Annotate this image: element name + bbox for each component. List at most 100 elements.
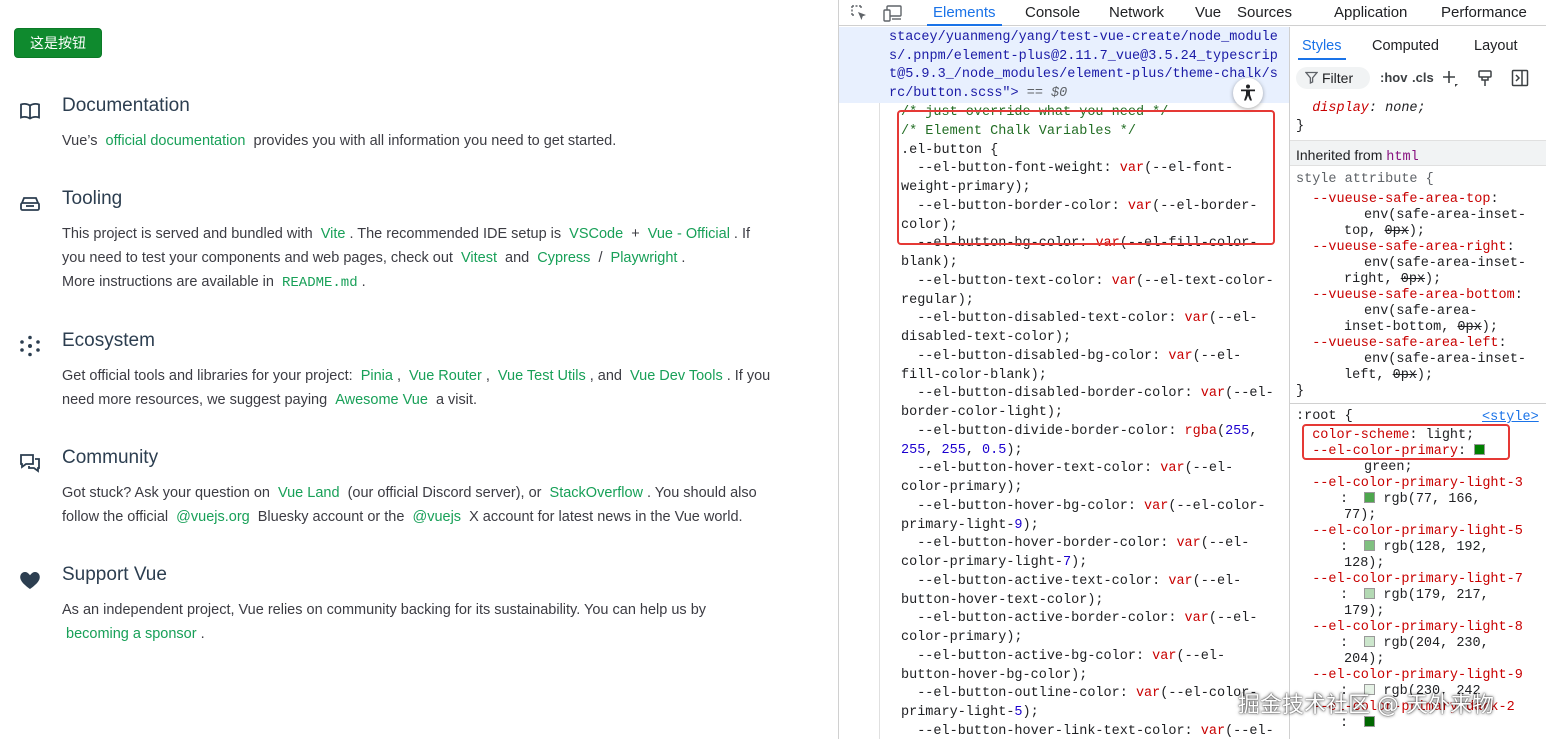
cls-toggle[interactable]: .cls — [1412, 70, 1434, 85]
rule-separator — [1290, 403, 1546, 404]
text: . — [681, 250, 686, 266]
section-title: Tooling — [62, 188, 123, 209]
text: . If — [733, 226, 751, 242]
style-declaration: --el-color-primary: — [1296, 444, 1486, 460]
new-style-rule-icon[interactable] — [1440, 68, 1460, 88]
selected-node-line: t@5.9.3_/node_modules/element-plus/theme… — [889, 67, 1278, 83]
device-toolbar-icon[interactable] — [883, 3, 903, 23]
vue-app-page: 这是按钮 Documentation Vue’s official documen… — [0, 0, 838, 739]
tab-vue[interactable]: Vue — [1195, 4, 1221, 21]
code-snippet: README.md — [282, 275, 358, 291]
style-declaration: --vueuse-safe-area-right: — [1296, 240, 1515, 255]
hov-toggle[interactable]: :hov — [1380, 70, 1407, 85]
color-swatch[interactable] — [1364, 588, 1376, 599]
description-line: Get official tools and libraries for you… — [62, 364, 812, 388]
style-element-content: /* just override what you need */ /* Elem… — [901, 104, 1286, 739]
rule-close-brace: } — [1296, 384, 1305, 399]
color-swatch[interactable] — [1364, 492, 1376, 503]
style-attribute-header: style attribute { — [1296, 172, 1434, 187]
text: + — [627, 226, 644, 242]
filter-icon — [1304, 71, 1319, 85]
tab-sources[interactable]: Sources — [1237, 4, 1292, 21]
tab-network[interactable]: Network — [1109, 4, 1164, 21]
text: . — [200, 626, 205, 642]
link[interactable]: Vue - Official — [644, 226, 734, 242]
link[interactable]: Vue Dev Tools — [626, 368, 727, 384]
text: As an independent project, Vue relies on… — [62, 602, 707, 618]
tab-console[interactable]: Console — [1025, 4, 1080, 21]
color-swatch[interactable] — [1364, 540, 1376, 551]
description-line: As an independent project, Vue relies on… — [62, 598, 812, 622]
styles-filter[interactable] — [1296, 67, 1370, 89]
color-swatch[interactable] — [1364, 636, 1376, 647]
devtools-panel: Elements Console Network Vue Sources Applicat… — [838, 0, 1546, 739]
section-title: Support Vue — [62, 564, 167, 585]
section-title: Ecosystem — [62, 330, 155, 351]
source-line: .el-button { — [901, 142, 999, 158]
section-title: Documentation — [62, 95, 190, 116]
link[interactable]: Vue Land — [274, 485, 344, 501]
link[interactable]: Awesome Vue — [331, 392, 432, 408]
text: . You should also — [647, 485, 757, 501]
styles-tab-bar: Styles Computed Layout — [1290, 27, 1546, 61]
link[interactable]: Cypress — [533, 250, 594, 266]
heart-icon — [18, 568, 42, 592]
styles-filter-input[interactable] — [1322, 69, 1368, 87]
indent-guide — [879, 103, 880, 739]
styles-tab-styles[interactable]: Styles — [1298, 38, 1345, 60]
rule-close-brace: } — [1296, 119, 1305, 134]
link[interactable]: @vuejs.org — [172, 509, 254, 525]
link[interactable]: becoming a sponsor — [62, 626, 201, 642]
selected-node-line: stacey/yuanmeng/yang/test-vue-create/nod… — [889, 30, 1278, 45]
inspect-element-icon[interactable] — [849, 3, 869, 23]
style-value: env(safe-area-inset- — [1364, 208, 1527, 223]
toggle-sidebar-icon[interactable] — [1510, 68, 1530, 88]
selected-node-highlight[interactable]: stacey/yuanmeng/yang/test-vue-create/nod… — [839, 27, 1289, 103]
styles-tab-layout[interactable]: Layout — [1474, 38, 1518, 54]
section-title: Community — [62, 447, 159, 468]
tab-application[interactable]: Application — [1334, 4, 1407, 21]
source-line: color-primary-light-7); — [901, 555, 1088, 570]
styles-tab-computed[interactable]: Computed — [1372, 38, 1439, 54]
el-button[interactable]: 这是按钮 — [14, 28, 102, 58]
style-source-link[interactable]: <style> — [1482, 410, 1539, 425]
paint-brush-icon[interactable] — [1475, 68, 1495, 88]
source-line: blank); — [901, 255, 958, 270]
text: More instructions are available in — [62, 274, 278, 290]
toolbox-icon — [18, 192, 42, 216]
elements-source-pane[interactable]: stacey/yuanmeng/yang/test-vue-create/nod… — [839, 27, 1289, 739]
text: , — [396, 368, 406, 384]
link[interactable]: Vue Test Utils — [494, 368, 590, 384]
link[interactable]: Vue Router — [405, 368, 486, 384]
link[interactable]: official documentation — [102, 133, 250, 149]
link[interactable]: Pinia — [357, 368, 397, 384]
source-line: --el-button-text-color: var(--el-text-co… — [901, 273, 1274, 289]
text: (our official Discord server), or — [343, 485, 546, 501]
color-swatch[interactable] — [1474, 444, 1486, 455]
description-line: More instructions are available in READM… — [62, 270, 812, 295]
link[interactable]: Playwright — [607, 250, 682, 266]
link[interactable]: Vitest — [457, 250, 501, 266]
text: This project is served and bundled with — [62, 226, 317, 242]
link[interactable]: @vuejs — [408, 509, 465, 525]
tab-performance[interactable]: Performance — [1441, 4, 1527, 21]
source-line: primary-light-5); — [901, 705, 1039, 720]
source-line: --el-button-border-color: var(--el-borde… — [901, 198, 1258, 214]
link[interactable]: StackOverflow — [546, 485, 647, 501]
accessibility-icon[interactable] — [1233, 78, 1263, 108]
text: . If you — [726, 368, 771, 384]
style-value: inset-bottom, 0px); — [1344, 320, 1498, 335]
source-line: --el-button-active-text-color: var(--el- — [901, 573, 1242, 589]
text: and — [501, 250, 534, 266]
style-value: : rgb(179, 217, — [1340, 588, 1489, 603]
inherited-tag-link[interactable]: html — [1386, 150, 1418, 165]
text: . The recommended IDE setup is — [349, 226, 566, 242]
source-line: color); — [901, 217, 958, 233]
link[interactable]: VSCode — [565, 226, 627, 242]
ecosystem-icon — [18, 334, 42, 358]
text: follow the official — [62, 509, 173, 525]
source-line: --el-button-font-weight: var(--el-font- — [901, 161, 1234, 177]
tab-elements[interactable]: Elements — [927, 4, 1002, 26]
styles-sidebar: Styles Computed Layout :hov .cls display: … — [1289, 27, 1546, 739]
link[interactable]: Vite — [317, 226, 350, 242]
